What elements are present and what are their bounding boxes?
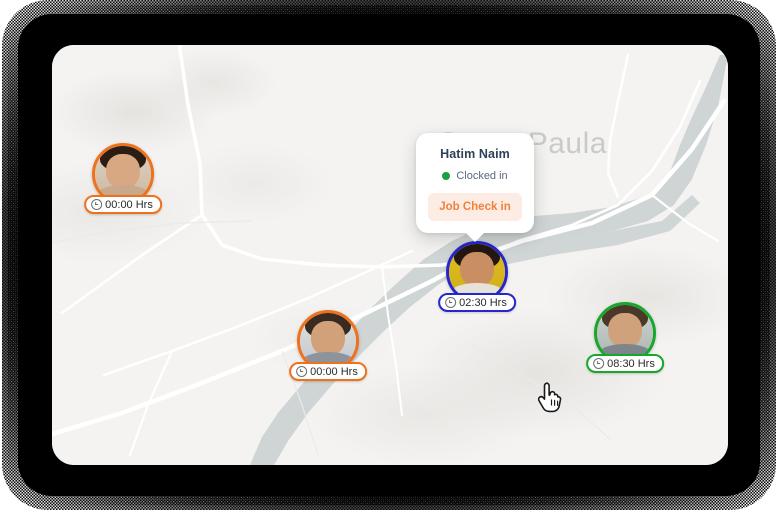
worker-marker-1[interactable]: 00:00 Hrs bbox=[84, 143, 162, 214]
hours-badge: 02:30 Hrs bbox=[438, 293, 516, 312]
road-branch-1 bbox=[60, 213, 204, 315]
clock-icon bbox=[445, 297, 457, 308]
map-card: Santa Paula 00:00 Hrs bbox=[52, 45, 728, 465]
road-thin-1 bbox=[52, 220, 253, 244]
clock-icon bbox=[593, 358, 605, 369]
avatar-face bbox=[597, 305, 653, 361]
worker-marker-3[interactable]: 00:00 Hrs bbox=[289, 310, 367, 381]
road-branch-3 bbox=[606, 53, 630, 199]
hours-label: 00:00 Hrs bbox=[105, 198, 153, 211]
map-canvas[interactable]: Santa Paula bbox=[52, 45, 728, 465]
screenshot-frame: Santa Paula 00:00 Hrs bbox=[0, 0, 779, 518]
popup-status-label: Clocked in bbox=[456, 170, 508, 182]
hours-label: 08:30 Hrs bbox=[607, 357, 655, 370]
avatar-face bbox=[95, 146, 151, 202]
popup-status: Clocked in bbox=[428, 170, 522, 182]
hours-badge: 00:00 Hrs bbox=[84, 195, 162, 214]
popup-worker-name: Hatim Naim bbox=[440, 147, 510, 161]
map-vector-layer: Santa Paula bbox=[52, 45, 728, 465]
avatar-face bbox=[449, 244, 505, 300]
avatar-face bbox=[300, 313, 356, 369]
worker-info-popup: Hatim Naim Clocked in Job Check in bbox=[416, 133, 534, 233]
worker-marker-4[interactable]: 08:30 Hrs bbox=[586, 302, 664, 373]
status-dot-icon bbox=[442, 172, 451, 180]
pointing-hand-cursor bbox=[537, 382, 562, 413]
clock-icon bbox=[91, 199, 103, 210]
hours-badge: 00:00 Hrs bbox=[289, 362, 367, 381]
clock-icon bbox=[296, 366, 308, 377]
job-check-in-button[interactable]: Job Check in bbox=[428, 193, 522, 221]
hours-label: 00:00 Hrs bbox=[310, 365, 358, 378]
worker-marker-2[interactable]: 02:30 Hrs bbox=[438, 241, 516, 312]
hours-label: 02:30 Hrs bbox=[459, 296, 507, 309]
hours-badge: 08:30 Hrs bbox=[586, 354, 664, 373]
